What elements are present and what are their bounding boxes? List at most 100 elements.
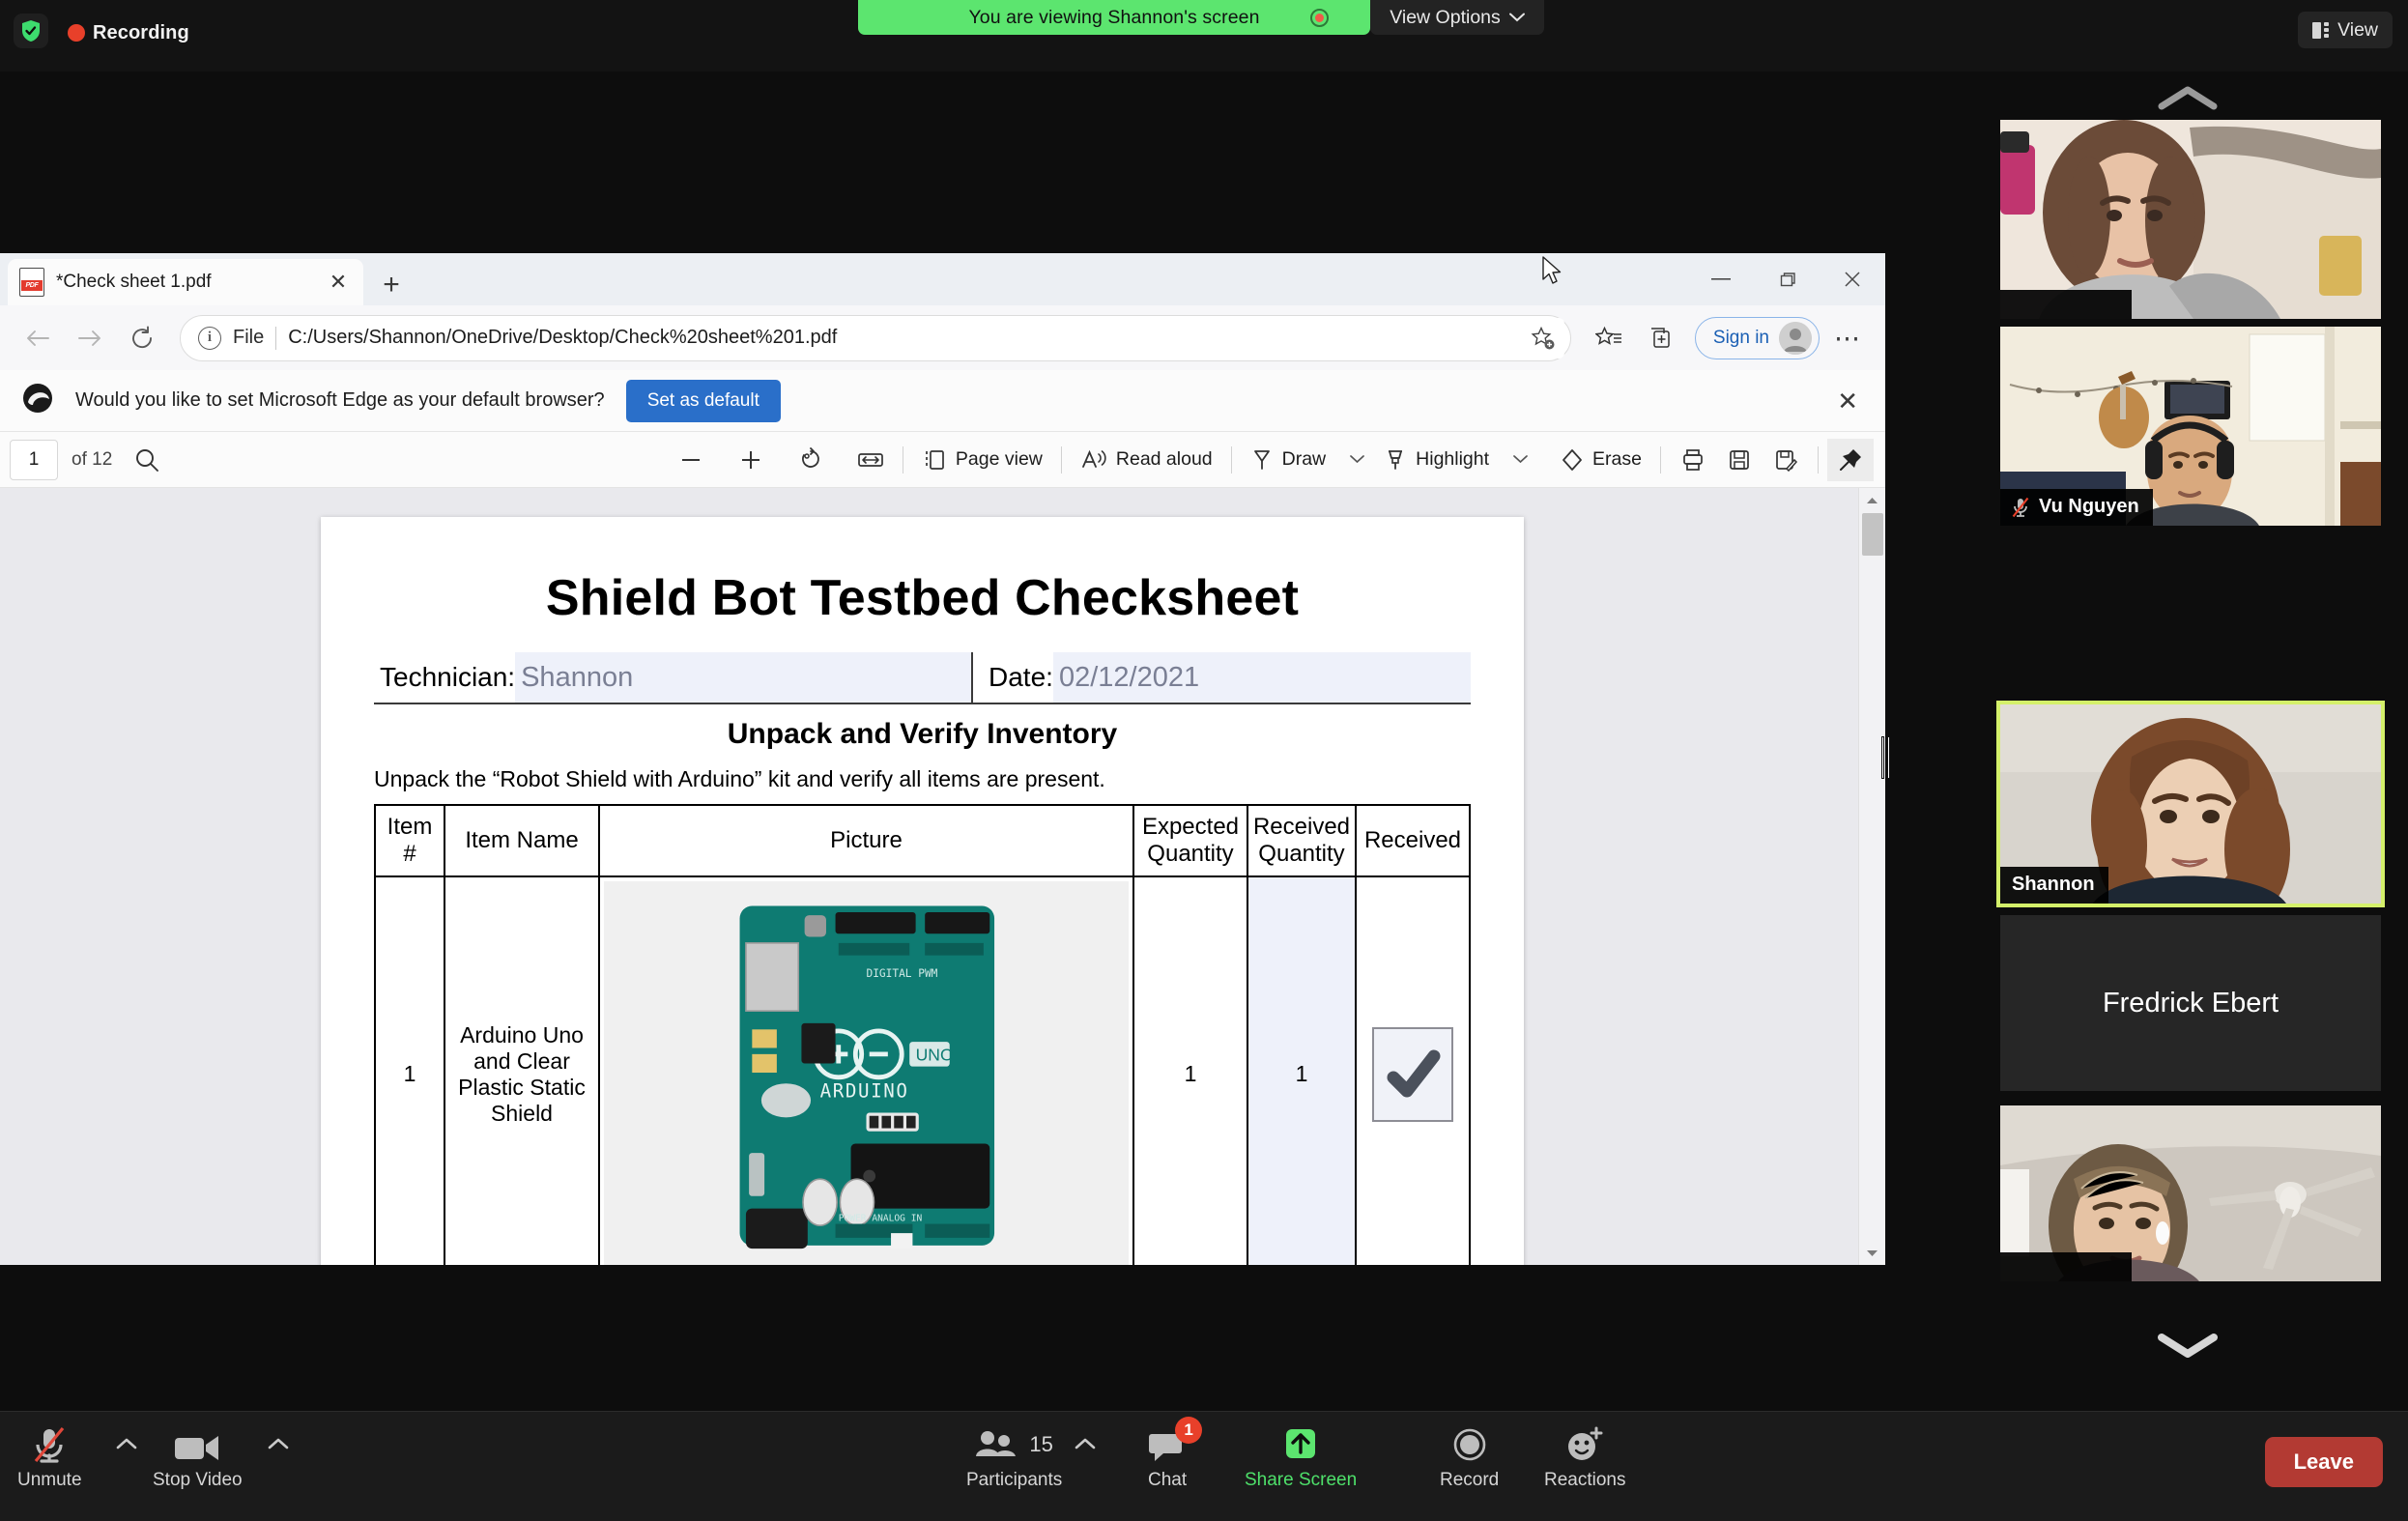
pin-icon[interactable]	[1827, 438, 1874, 481]
record-label: Record	[1440, 1470, 1500, 1490]
participants-options-caret-icon[interactable]	[1075, 1437, 1096, 1455]
participant-name-badge	[2000, 290, 2132, 319]
technician-value[interactable]: Shannon	[515, 652, 971, 703]
browser-tab-strip: PDF *Check sheet 1.pdf ✕ +	[0, 253, 1885, 305]
participant-tile-active-speaker[interactable]: Shannon	[1996, 701, 2385, 907]
svg-text:POWER ANALOG IN: POWER ANALOG IN	[839, 1213, 923, 1223]
set-as-default-button[interactable]: Set as default	[625, 379, 781, 422]
inventory-table: Item # Item Name Picture Expected Quanti…	[374, 804, 1471, 1265]
pdf-scrollbar[interactable]	[1858, 488, 1885, 1265]
participant-tile[interactable]: Vu Nguyen	[2000, 327, 2381, 526]
participant-tile-camera-off[interactable]: Fredrick Ebert	[2000, 915, 2381, 1091]
read-aloud-button[interactable]: Read aloud	[1071, 439, 1222, 481]
back-arrow-icon[interactable]	[14, 314, 62, 362]
browser-tab[interactable]: PDF *Check sheet 1.pdf ✕	[8, 259, 363, 305]
cell-expected-qty: 1	[1132, 875, 1248, 1265]
maximize-restore-button[interactable]	[1754, 253, 1820, 305]
page-view-label: Page view	[955, 448, 1043, 470]
scrollbar-thumb[interactable]	[1862, 513, 1883, 556]
mute-button[interactable]: Unmute	[17, 1425, 82, 1491]
recording-indicator-dot	[68, 24, 85, 42]
cell-picture: DIGITAL PWM UNO ARDUINO POWER ANALOG IN	[598, 875, 1134, 1265]
read-aloud-label: Read aloud	[1115, 448, 1213, 470]
zoom-top-bar: Recording You are viewing Shannon's scre…	[0, 0, 2408, 72]
scroll-down-arrow-icon[interactable]	[1859, 1242, 1885, 1265]
col-header-picture: Picture	[598, 804, 1134, 877]
view-options-label: View Options	[1390, 6, 1501, 28]
col-header-item-no: Item #	[374, 804, 445, 877]
search-icon[interactable]	[124, 439, 170, 481]
fit-to-width-icon[interactable]	[847, 439, 894, 481]
page-number-input[interactable]: 1	[10, 439, 58, 480]
col-header-expected-qty: Expected Quantity	[1132, 804, 1248, 877]
save-as-icon[interactable]	[1763, 439, 1809, 481]
zoom-in-button[interactable]	[728, 439, 774, 481]
erase-label: Erase	[1592, 448, 1642, 470]
window-controls	[1688, 253, 1885, 305]
new-tab-button[interactable]: +	[375, 269, 408, 301]
participants-button[interactable]: 15 Participants	[966, 1425, 1062, 1491]
view-options-button[interactable]: View Options	[1370, 0, 1544, 35]
draw-button[interactable]: Draw	[1241, 439, 1375, 481]
forward-arrow-icon[interactable]	[66, 314, 114, 362]
close-icon[interactable]: ✕	[325, 269, 352, 296]
close-window-button[interactable]	[1820, 253, 1885, 305]
cell-received[interactable]	[1355, 875, 1471, 1265]
mic-muted-icon	[31, 1425, 68, 1464]
participants-label: Participants	[966, 1470, 1063, 1490]
audio-options-caret-icon[interactable]	[116, 1437, 137, 1455]
leave-button[interactable]: Leave	[2264, 1437, 2383, 1487]
favorites-list-icon[interactable]	[1585, 314, 1633, 362]
highlight-button[interactable]: Highlight	[1374, 439, 1537, 481]
save-icon[interactable]	[1716, 439, 1763, 481]
zoom-out-button[interactable]	[668, 439, 714, 481]
minimize-button[interactable]	[1688, 253, 1754, 305]
site-info-icon[interactable]: i	[198, 326, 221, 350]
address-bar[interactable]: i File C:/Users/Shannon/OneDrive/Desktop…	[180, 314, 1571, 361]
mute-label: Unmute	[17, 1470, 82, 1490]
participant-tile[interactable]	[2000, 1105, 2381, 1281]
cell-received-qty[interactable]: 1	[1247, 875, 1357, 1265]
col-header-received-qty: Received Quantity	[1247, 804, 1357, 877]
chevron-down-icon[interactable]	[1513, 455, 1528, 464]
browser-settings-menu-icon[interactable]: ⋯	[1823, 314, 1872, 362]
print-icon[interactable]	[1670, 439, 1716, 481]
erase-button[interactable]: Erase	[1551, 439, 1651, 481]
record-button[interactable]: Record	[1440, 1425, 1499, 1491]
view-layout-button[interactable]: View	[2298, 12, 2393, 48]
cell-item-no: 1	[374, 875, 445, 1265]
refresh-icon[interactable]	[118, 314, 166, 362]
reactions-button[interactable]: Reactions	[1544, 1425, 1626, 1491]
checkmark-icon[interactable]	[1372, 1026, 1453, 1122]
stop-video-button[interactable]: Stop Video	[153, 1425, 243, 1491]
close-icon[interactable]: ✕	[1837, 388, 1864, 414]
reactions-label: Reactions	[1544, 1470, 1626, 1490]
participants-icon: 15	[975, 1425, 1053, 1464]
technician-label: Technician:	[380, 662, 516, 692]
add-favorite-icon[interactable]	[1521, 317, 1564, 359]
participants-count: 15	[1029, 1432, 1053, 1456]
layout-grid-icon	[2312, 21, 2329, 39]
video-options-caret-icon[interactable]	[268, 1437, 289, 1455]
url-text[interactable]: C:/Users/Shannon/OneDrive/Desktop/Check%…	[288, 327, 1510, 349]
window-resize-handle[interactable]	[1881, 736, 1891, 779]
chat-label: Chat	[1148, 1470, 1188, 1490]
rotate-icon[interactable]	[788, 439, 834, 481]
collections-icon[interactable]	[1637, 314, 1685, 362]
scroll-up-arrow-icon[interactable]	[1859, 488, 1885, 511]
pdf-page-viewport[interactable]: Shield Bot Testbed Checksheet Technician…	[0, 488, 1885, 1265]
date-field: Date: 02/12/2021	[973, 652, 1471, 703]
filmstrip-scroll-up-button[interactable]	[1967, 85, 2408, 115]
participant-tile[interactable]	[2000, 120, 2381, 319]
share-banner-text: You are viewing Shannon's screen	[968, 6, 1260, 28]
participant-name: Vu Nguyen	[2039, 496, 2139, 517]
chat-button[interactable]: 1 Chat	[1148, 1417, 1203, 1491]
filmstrip-scroll-down-button[interactable]	[1967, 1333, 2408, 1363]
share-screen-button[interactable]: Share Screen	[1245, 1425, 1357, 1491]
date-value[interactable]: 02/12/2021	[1052, 652, 1471, 703]
stop-video-label: Stop Video	[153, 1470, 243, 1490]
page-view-button[interactable]: Page view	[912, 439, 1052, 481]
sign-in-button[interactable]: Sign in	[1694, 316, 1820, 359]
encryption-shield-icon[interactable]	[14, 14, 48, 48]
chevron-down-icon[interactable]	[1350, 455, 1365, 464]
